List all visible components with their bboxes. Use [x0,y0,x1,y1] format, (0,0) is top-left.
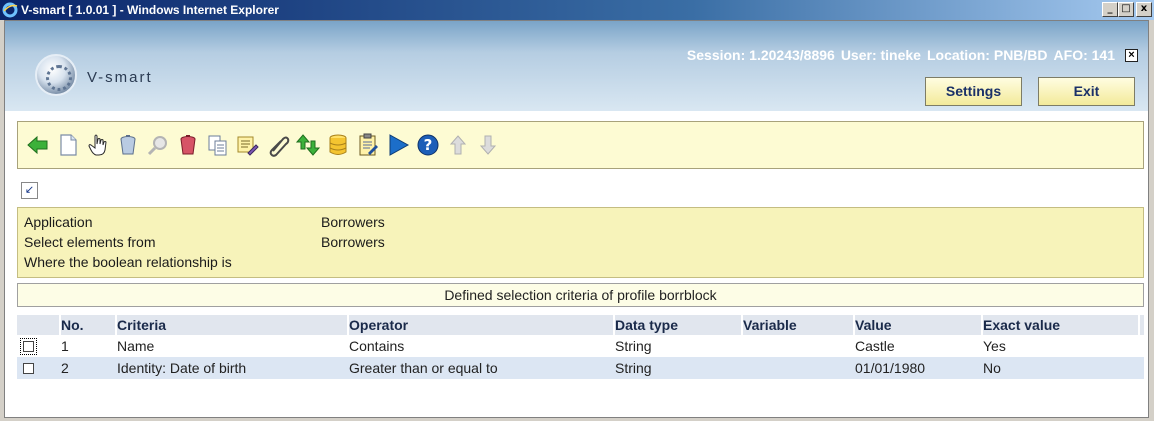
back-arrow-icon[interactable] [24,130,52,160]
criteria-table: No. Criteria Operator Data type Variable… [17,315,1144,379]
info-value: Borrowers [321,214,385,230]
close-window-button[interactable]: x [1136,2,1152,17]
cell-operator: Greater than or equal to [349,360,498,376]
location: Location: PNB/BD [926,47,1048,63]
minimize-button[interactable]: _ [1102,2,1118,17]
search-disabled-icon [144,130,172,160]
info-value: Borrowers [321,234,385,250]
help-icon[interactable]: ? [414,130,442,160]
cell-value: 01/01/1980 [855,360,926,376]
exit-button[interactable]: Exit [1038,77,1135,106]
header-no[interactable]: No. [61,315,117,335]
cell-criteria: Name [117,338,155,354]
copy-icon[interactable] [204,130,232,160]
info-label: Application [24,214,93,230]
window-titlebar: V-smart [ 1.0.01 ] - Windows Internet Ex… [0,0,1154,20]
header-criteria[interactable]: Criteria [117,315,349,335]
afo-number: AFO: 141 [1053,47,1115,63]
cell-exact-value: Yes [983,338,1006,354]
svg-text:?: ? [424,136,433,154]
row-checkbox[interactable] [23,362,34,374]
cell-no: 2 [61,360,69,376]
cell-data-type: String [615,338,652,354]
database-icon[interactable] [324,130,352,160]
cell-data-type: String [615,360,652,376]
info-row-boolean: Where the boolean relationship is [24,252,1137,272]
ie-logo-icon [2,2,18,18]
collapse-toggle-icon[interactable]: ↙ [21,182,38,199]
row-checkbox[interactable] [20,337,37,355]
header-select [17,315,61,335]
app-header: V-smart Session: 1.20243/8896 User: tine… [5,21,1148,111]
session-info: Session: 1.20243/8896 User: tineke Locat… [687,47,1138,63]
sort-arrows-icon[interactable] [294,130,322,160]
new-document-icon[interactable] [54,130,82,160]
delete-all-icon[interactable] [174,130,202,160]
session-id: Session: 1.20243/8896 [686,47,835,63]
cell-no: 1 [61,338,69,354]
cell-exact-value: No [983,360,1001,376]
header-exact-value[interactable]: Exact value [983,315,1140,335]
clipboard-icon[interactable] [354,130,382,160]
info-row-select-elements: Select elements from Borrowers [24,232,1137,252]
table-row[interactable]: 1 Name Contains String Castle Yes [17,335,1144,357]
cell-variable [743,335,855,357]
paperclip-icon[interactable] [264,130,292,160]
up-arrow-icon [444,130,472,160]
section-title: Defined selection criteria of profile bo… [17,283,1144,307]
settings-button[interactable]: Settings [925,77,1022,106]
info-label: Where the boolean relationship is [24,254,232,270]
user-name: User: tineke [840,47,921,63]
cell-value: Castle [855,338,895,354]
info-label: Select elements from [24,234,156,250]
cell-variable [743,357,855,379]
header-operator[interactable]: Operator [349,315,615,335]
info-row-application: Application Borrowers [24,212,1137,232]
header-data-type[interactable]: Data type [615,315,743,335]
row-checkbox-cell [17,357,61,379]
cell-operator: Contains [349,338,405,354]
header-variable[interactable]: Variable [743,315,855,335]
table-row[interactable]: 2 Identity: Date of birth Greater than o… [17,357,1144,379]
close-session-icon[interactable]: × [1125,48,1138,62]
hand-select-icon[interactable] [84,130,112,160]
table-header: No. Criteria Operator Data type Variable… [17,315,1144,335]
trash-icon[interactable] [114,130,142,160]
row-checkbox-cell [17,335,61,357]
down-arrow-icon [474,130,502,160]
info-panel: Application Borrowers Select elements fr… [17,207,1144,278]
app-content: V-smart Session: 1.20243/8896 User: tine… [4,20,1149,418]
toolbar: ? [17,121,1144,169]
maximize-button[interactable]: □ [1118,2,1134,17]
cell-criteria: Identity: Date of birth [117,360,247,376]
play-icon[interactable] [384,130,412,160]
vsmart-logo-icon [35,54,77,96]
window-title: V-smart [ 1.0.01 ] - Windows Internet Ex… [21,3,279,17]
edit-properties-icon[interactable] [234,130,262,160]
header-value[interactable]: Value [855,315,983,335]
brand-name: V-smart [87,69,153,86]
